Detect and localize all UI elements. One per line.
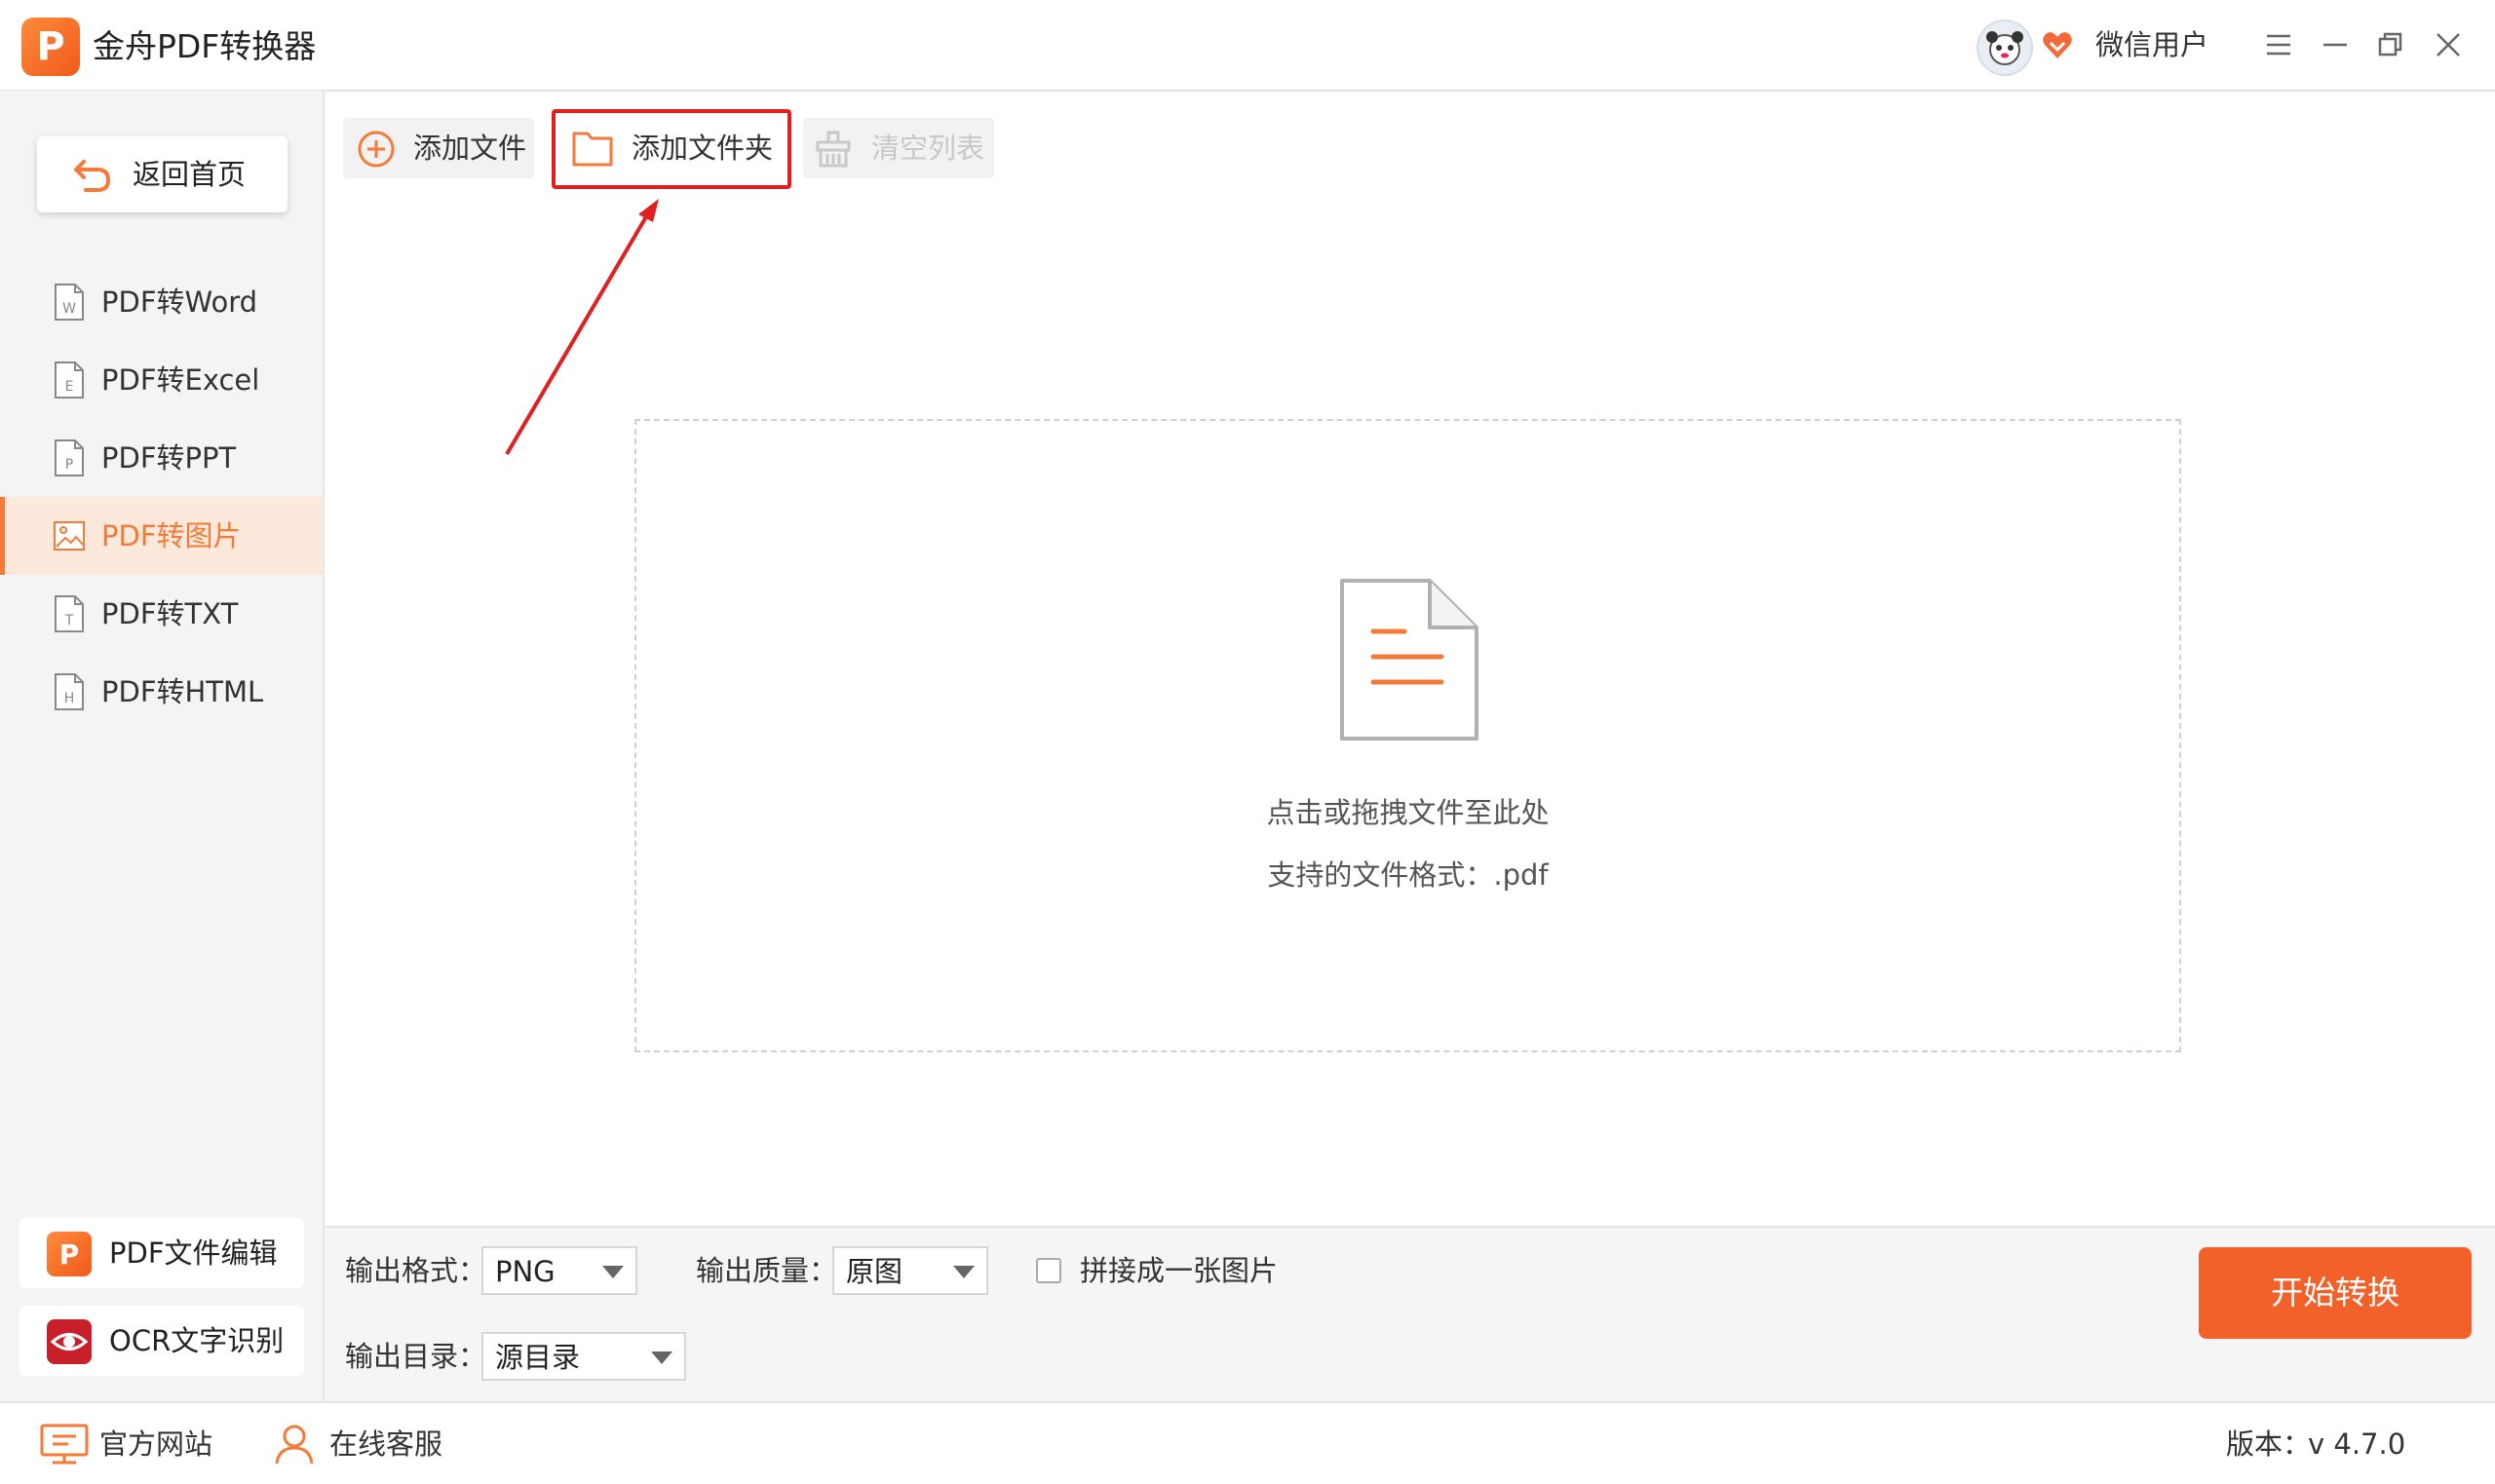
output-directory-label: 输出目录： <box>345 1340 487 1373</box>
sidebar-item-pdf-to-txt[interactable]: T PDF转TXT <box>0 575 323 653</box>
sidebar-item-label: PDF转TXT <box>101 597 239 630</box>
user-name[interactable]: 微信用户 <box>2095 23 2208 66</box>
clear-basket-icon <box>813 130 854 172</box>
sidebar-item-pdf-to-ppt[interactable]: P PDF转PPT <box>0 419 323 497</box>
sidebar-item-label: PDF转Word <box>101 285 258 319</box>
monitor-icon <box>39 1423 90 1469</box>
sidebar-item-label: PDF转HTML <box>101 675 264 708</box>
file-drop-zone[interactable]: 点击或拖拽文件至此处 支持的文件格式：.pdf <box>634 419 2181 1052</box>
back-home-button[interactable]: 返回首页 <box>37 136 288 212</box>
svg-text:E: E <box>65 379 74 395</box>
sidebar-item-label: PDF转PPT <box>101 441 237 475</box>
drop-hint-text: 点击或拖拽文件至此处 <box>1266 796 1550 829</box>
txt-file-icon: T <box>53 594 86 633</box>
pdf-editor-icon: P <box>47 1232 92 1276</box>
word-file-icon: W <box>53 283 86 322</box>
sidebar-item-pdf-to-word[interactable]: W PDF转Word <box>0 263 323 341</box>
sidebar-item-label: PDF转图片 <box>101 519 242 552</box>
chevron-down-icon <box>651 1351 672 1364</box>
clear-list-button[interactable]: 清空列表 <box>803 118 994 178</box>
back-home-label: 返回首页 <box>133 158 247 191</box>
version-label: 版本： <box>2226 1427 2312 1461</box>
ocr-label: OCR文字识别 <box>109 1324 285 1357</box>
menu-icon[interactable] <box>2259 25 2298 64</box>
supported-formats-text: 支持的文件格式：.pdf <box>1267 858 1549 892</box>
merge-images-checkbox[interactable] <box>1036 1258 1061 1283</box>
output-format-label: 输出格式： <box>345 1254 487 1287</box>
pdf-editor-label: PDF文件编辑 <box>109 1237 278 1270</box>
sidebar-item-label: PDF转Excel <box>101 363 260 397</box>
title-bar: P 金舟PDF转换器 微信用户 <box>0 0 2495 92</box>
restore-icon[interactable] <box>2370 25 2409 64</box>
pdf-editor-button[interactable]: P PDF文件编辑 <box>19 1218 304 1288</box>
highlight-annotation-box <box>552 109 791 189</box>
app-title: 金舟PDF转换器 <box>93 27 317 65</box>
merge-images-label[interactable]: 拼接成一张图片 <box>1080 1249 1278 1292</box>
official-website-link[interactable]: 官方网站 <box>99 1423 212 1465</box>
output-directory-select[interactable]: 源目录 <box>481 1332 686 1381</box>
customer-service-icon <box>273 1423 316 1469</box>
app-logo-icon: P <box>21 18 80 76</box>
document-icon <box>1338 577 1480 742</box>
output-quality-value: 原图 <box>846 1255 903 1288</box>
output-directory-value: 源目录 <box>495 1341 581 1374</box>
ppt-file-icon: P <box>53 438 86 477</box>
svg-text:H: H <box>64 691 75 706</box>
chevron-down-icon <box>602 1266 624 1278</box>
html-file-icon: H <box>53 672 86 711</box>
output-format-select[interactable]: PNG <box>481 1246 637 1295</box>
start-convert-label: 开始转换 <box>2271 1274 2399 1312</box>
start-convert-button[interactable]: 开始转换 <box>2199 1247 2472 1339</box>
status-bar: 官方网站 在线客服 版本： v 4.7.0 <box>0 1401 2495 1484</box>
sidebar-item-pdf-to-image[interactable]: PDF转图片 <box>0 497 323 575</box>
online-support-link[interactable]: 在线客服 <box>329 1423 442 1465</box>
svg-text:W: W <box>62 301 76 317</box>
back-arrow-icon <box>72 154 113 195</box>
clear-list-label: 清空列表 <box>871 132 985 165</box>
vip-heart-icon[interactable] <box>2041 29 2074 62</box>
svg-text:P: P <box>59 1238 80 1271</box>
user-avatar[interactable] <box>1977 19 2033 76</box>
output-quality-label: 输出质量： <box>696 1254 838 1287</box>
svg-text:P: P <box>65 457 73 473</box>
chevron-down-icon <box>953 1266 975 1278</box>
add-file-label: 添加文件 <box>413 132 527 165</box>
version-value: v 4.7.0 <box>2308 1427 2406 1461</box>
add-circle-icon <box>357 130 396 172</box>
output-format-value: PNG <box>495 1255 556 1288</box>
excel-file-icon: E <box>53 361 86 400</box>
ocr-eye-icon <box>47 1319 92 1364</box>
svg-text:T: T <box>64 613 74 628</box>
minimize-icon[interactable] <box>2316 25 2355 64</box>
sidebar-item-pdf-to-excel[interactable]: E PDF转Excel <box>0 341 323 419</box>
image-file-icon <box>53 516 86 555</box>
sidebar-item-pdf-to-html[interactable]: H PDF转HTML <box>0 653 323 731</box>
close-icon[interactable] <box>2429 25 2468 64</box>
add-file-button[interactable]: 添加文件 <box>343 118 534 178</box>
ocr-button[interactable]: OCR文字识别 <box>19 1306 304 1376</box>
output-quality-select[interactable]: 原图 <box>832 1246 988 1295</box>
